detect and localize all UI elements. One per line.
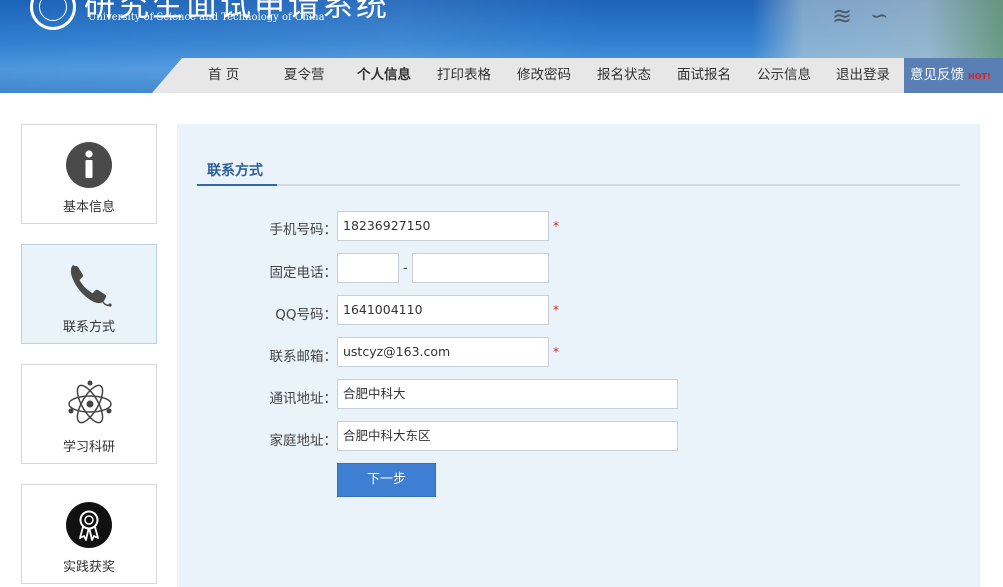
mobile-label: 手机号码：: [269, 222, 338, 238]
sidebar-item-label: 联系方式: [62, 320, 115, 335]
calligraphy-glyph: ∽: [870, 4, 889, 29]
nav-public-notice[interactable]: 公示信息: [757, 58, 811, 93]
logo-inner-ring: [39, 0, 67, 21]
award-icon: [66, 502, 112, 548]
nav-interview-signup[interactable]: 面试报名: [677, 58, 731, 93]
qq-required-mark: *: [553, 303, 559, 317]
university-english-name: University of Science and Technology of …: [88, 12, 325, 23]
landline-area-code-input[interactable]: [337, 253, 399, 283]
nav-application-status[interactable]: 报名状态: [597, 58, 651, 93]
mail-address-label: 通讯地址：: [269, 391, 338, 407]
section-divider-accent: [197, 184, 277, 186]
nav-print-form[interactable]: 打印表格: [437, 58, 491, 93]
qq-input[interactable]: 1641004110: [337, 295, 549, 325]
email-input[interactable]: ustcyz@163.com: [337, 337, 549, 367]
mobile-input[interactable]: 18236927150: [337, 211, 549, 241]
nav-personal-info[interactable]: 个人信息: [357, 58, 411, 93]
info-icon: [66, 142, 112, 188]
nav-summer-camp[interactable]: 夏令营: [284, 58, 325, 93]
home-address-input[interactable]: 合肥中科大东区: [337, 421, 678, 451]
nav-change-password[interactable]: 修改密码: [517, 58, 571, 93]
landline-number-input[interactable]: [412, 253, 549, 283]
contact-form-panel: 联系方式 手机号码： 18236927150 * 固定电话： - QQ号码： 1…: [177, 124, 980, 587]
sidebar-item-label: 实践获奖: [62, 560, 115, 575]
nav-logout[interactable]: 退出登录: [836, 58, 890, 93]
home-address-label: 家庭地址：: [269, 433, 338, 449]
section-divider: [197, 184, 960, 186]
sidebar-item-contact[interactable]: 联系方式: [21, 244, 157, 344]
mail-address-input[interactable]: 合肥中科大: [337, 379, 678, 409]
calligraphy-glyph: ≋: [832, 2, 853, 30]
mobile-required-mark: *: [553, 219, 559, 233]
email-required-mark: *: [553, 345, 559, 359]
sidebar-item-label: 基本信息: [62, 200, 115, 215]
atom-icon: [68, 380, 112, 424]
sidebar-item-study-research[interactable]: 学习科研: [21, 364, 157, 464]
sidebar-item-practice-awards[interactable]: 实践获奖: [21, 484, 157, 584]
nav-home[interactable]: 首 页: [208, 58, 239, 93]
landline-separator: -: [403, 261, 408, 276]
section-title: 联系方式: [207, 163, 263, 179]
header-calligraphy-decoration: ≋ ∽: [752, 0, 1003, 58]
email-label: 联系邮箱：: [269, 349, 338, 365]
nav-feedback[interactable]: 意见反馈 HOT!: [904, 58, 1003, 93]
nav-feedback-label: 意见反馈: [910, 67, 964, 83]
qq-label: QQ号码：: [275, 307, 337, 323]
sidebar-item-label: 学习科研: [62, 440, 115, 455]
phone-icon: [70, 265, 112, 307]
landline-label: 固定电话：: [269, 265, 338, 281]
sidebar-item-basic-info[interactable]: 基本信息: [21, 124, 157, 224]
next-step-button[interactable]: 下一步: [337, 463, 436, 497]
hot-badge: HOT!: [968, 72, 991, 81]
